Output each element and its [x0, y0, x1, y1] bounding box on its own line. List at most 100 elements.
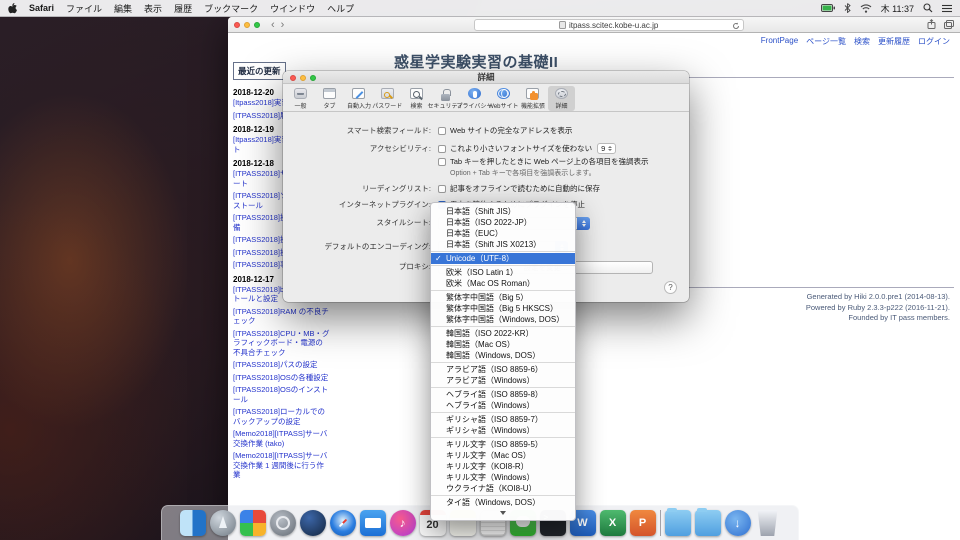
prefs-tab-extensions[interactable]: 機能拡張 — [519, 86, 546, 111]
trash[interactable] — [755, 510, 781, 536]
page-nav-link[interactable]: FrontPage — [761, 36, 798, 47]
apple-menu-icon[interactable] — [8, 3, 17, 14]
mail[interactable] — [360, 510, 386, 536]
sidebar-link[interactable]: [ITPASS2018]OSのインストール — [233, 385, 330, 404]
close-button[interactable] — [234, 22, 240, 28]
safari[interactable] — [330, 510, 356, 536]
menu-item[interactable]: 繁体字中国語（Big 5） — [431, 292, 575, 303]
gear-icon — [555, 88, 568, 99]
page-nav-link[interactable]: 検索 — [854, 36, 870, 47]
page-nav-link[interactable]: 更新履歴 — [878, 36, 910, 47]
menu-item[interactable]: キリル文字（Mac OS） — [431, 450, 575, 461]
menu-item[interactable]: ウクライナ語（KOI8-U） — [431, 483, 575, 494]
powerpoint[interactable]: P — [630, 510, 656, 536]
menu-item[interactable]: 繁体字中国語（Big 5 HKSCS） — [431, 303, 575, 314]
menu-group: ギリシャ語（ISO 8859-7）ギリシャ語（Windows） — [431, 412, 575, 436]
itunes[interactable] — [390, 510, 416, 536]
tab-overview-icon[interactable] — [944, 16, 954, 34]
menu-item[interactable]: 日本語（Shift JIS X0213） — [431, 239, 575, 250]
browser-dark[interactable] — [300, 510, 326, 536]
menu-item[interactable]: キリル文字（Windows） — [431, 472, 575, 483]
zoom-button[interactable] — [254, 22, 260, 28]
sidebar-link[interactable]: [Memo2018][ITPASS]サーバ交換作業 (tako) — [233, 429, 330, 448]
menu-item[interactable]: キリル文字（KOI8-R） — [431, 461, 575, 472]
menu-scroll-down[interactable] — [431, 508, 575, 517]
prefs-tab-security[interactable]: セキュリティ — [432, 86, 459, 111]
sidebar-link[interactable]: [ITPASS2018]RAM の不良チェック — [233, 307, 330, 326]
menu-item[interactable]: キリル文字（ISO 8859-5） — [431, 439, 575, 450]
menu-item[interactable]: ギリシャ語（Windows） — [431, 425, 575, 436]
share-icon[interactable] — [927, 16, 936, 34]
menu-item[interactable]: ヘブライ語（ISO 8859-8） — [431, 389, 575, 400]
autofill-icon — [352, 88, 365, 99]
menu-item[interactable]: ギリシャ語（ISO 8859-7） — [431, 414, 575, 425]
menu-bar-item[interactable]: ブックマーク — [204, 2, 258, 15]
back-button[interactable]: ‹ — [268, 20, 278, 30]
prefs-tab-websites[interactable]: Webサイト — [490, 86, 517, 111]
help-button[interactable]: ? — [664, 281, 677, 294]
menu-bar-item[interactable]: ファイル — [66, 2, 102, 15]
bluetooth-icon[interactable] — [844, 3, 851, 13]
menu-bar-item[interactable]: 履歴 — [174, 2, 192, 15]
menu-bar-item[interactable]: Safari — [29, 3, 54, 13]
tab-highlight-checkbox[interactable] — [438, 158, 446, 166]
sidebar-link[interactable]: [ITPASS2018]OSの各種設定 — [233, 373, 330, 383]
menu-bar-clock[interactable]: 木 11:37 — [881, 2, 914, 15]
finder[interactable] — [180, 510, 206, 536]
menu-bar-item[interactable]: ウインドウ — [270, 2, 315, 15]
page-nav-link[interactable]: ページ一覧 — [806, 36, 846, 47]
menu-item[interactable]: アラビア語（Windows） — [431, 375, 575, 386]
folder-documents[interactable] — [695, 510, 721, 536]
menu-bar-item[interactable]: 編集 — [114, 2, 132, 15]
sidebar-link[interactable]: [ITPASS2018]パスの設定 — [233, 360, 330, 370]
menu-item[interactable]: 日本語（ISO 2022-JP） — [431, 217, 575, 228]
excel[interactable]: X — [600, 510, 626, 536]
menu-item[interactable]: 繁体字中国語（Windows, DOS） — [431, 314, 575, 325]
prefs-tab-general[interactable]: 一般 — [287, 86, 314, 111]
sidebar-link[interactable]: [ITPASS2018]ローカルでのバックアップの設定 — [233, 407, 330, 426]
menu-item[interactable]: 欧米（Mac OS Roman） — [431, 278, 575, 289]
show-full-address-checkbox[interactable] — [438, 127, 446, 135]
sidebar-link[interactable]: [Memo2018][ITPASS]サーバ交換作業 1 週間後に行う作業 — [233, 451, 330, 480]
sidebar-link[interactable]: [ITPASS2018]CPU・MB・グラフィックボード・電源の不具合チェック — [233, 329, 330, 358]
wifi-icon[interactable] — [860, 4, 872, 13]
menu-bar: Safari ファイル編集表示履歴ブックマークウインドウヘルプ 木 11:37 — [0, 0, 960, 17]
menu-item[interactable]: Unicode（UTF-8） — [431, 253, 575, 264]
separator[interactable] — [660, 510, 661, 536]
prefs-tab-privacy[interactable]: プライバシー — [461, 86, 488, 111]
reload-icon[interactable] — [732, 22, 740, 32]
menu-item[interactable]: 韓国語（Windows, DOS） — [431, 350, 575, 361]
folder-applications[interactable] — [665, 510, 691, 536]
downloads[interactable] — [725, 510, 751, 536]
menu-item[interactable]: 韓国語（Mac OS） — [431, 339, 575, 350]
prefs-tab-search[interactable]: 検索 — [403, 86, 430, 111]
offline-save-checkbox[interactable] — [438, 185, 446, 193]
system-preferences[interactable] — [270, 510, 296, 536]
minimize-button[interactable] — [244, 22, 250, 28]
menu-bar-item[interactable]: 表示 — [144, 2, 162, 15]
menu-bar-item[interactable]: ヘルプ — [327, 2, 354, 15]
font-size-popup[interactable]: 9 — [597, 143, 616, 154]
app-grid[interactable] — [240, 510, 266, 536]
menu-group: 韓国語（ISO 2022-KR）韓国語（Mac OS）韓国語（Windows, … — [431, 326, 575, 361]
menu-item[interactable]: 欧米（ISO Latin 1） — [431, 267, 575, 278]
menu-item[interactable]: ヘブライ語（Windows） — [431, 400, 575, 411]
menu-item[interactable]: 韓国語（ISO 2022-KR） — [431, 328, 575, 339]
address-bar[interactable]: itpass.scitec.kobe-u.ac.jp — [474, 19, 744, 31]
spotlight-icon[interactable] — [923, 3, 933, 13]
menu-item[interactable]: アラビア語（ISO 8859-6） — [431, 364, 575, 375]
prefs-tab-autofill[interactable]: 自動入力 — [345, 86, 372, 111]
menu-item[interactable]: 日本語（EUC） — [431, 228, 575, 239]
battery-icon[interactable] — [821, 4, 835, 12]
prefs-tab-passwords[interactable]: パスワード — [374, 86, 401, 111]
prefs-tab-advanced[interactable]: 詳細 — [548, 86, 575, 111]
menu-item[interactable]: タイ語（Windows, DOS） — [431, 497, 575, 508]
menu-item[interactable]: 日本語（Shift JIS） — [431, 206, 575, 217]
page-nav-link[interactable]: ログイン — [918, 36, 950, 47]
min-font-size-checkbox[interactable] — [438, 145, 446, 153]
page-title: 惑星学実験実習の基礎II — [394, 51, 558, 72]
notification-center-icon[interactable] — [942, 4, 952, 13]
prefs-tab-tabs[interactable]: タブ — [316, 86, 343, 111]
launchpad[interactable] — [210, 510, 236, 536]
forward-button[interactable]: › — [278, 20, 288, 30]
